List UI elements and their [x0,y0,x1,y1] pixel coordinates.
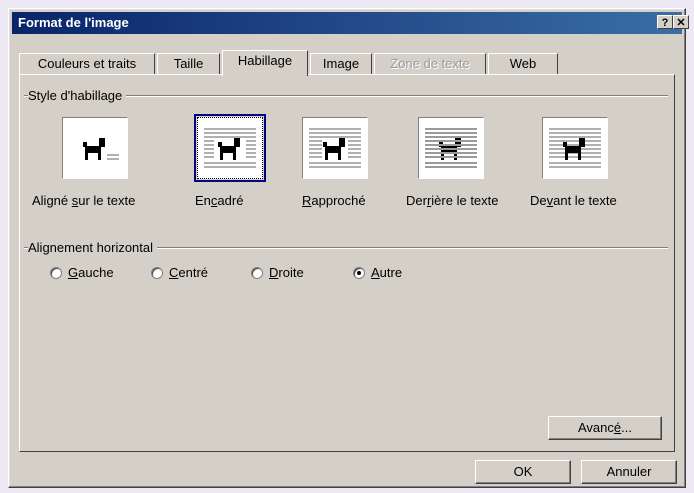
tab-habillage[interactable]: Habillage [222,50,308,76]
radio-circle[interactable] [251,267,263,279]
tab-taille[interactable]: Taille [157,53,220,75]
dog-inline-icon [83,138,119,160]
habillage-panel: Style d'habillage Aligné sur le texte En… [19,74,675,452]
wrap-label-encadre: Encadré [195,193,244,208]
radio-label-gauche: Gauche [68,265,114,280]
radio-label-centre: Centré [169,265,209,280]
wrap-style-group-label: Style d'habillage [28,88,127,103]
wrap-square-preview[interactable] [194,114,266,182]
alignment-group-label: Alignement horizontal [28,240,158,255]
wrap-tight-preview[interactable] [302,117,368,179]
wrap-in-front-preview[interactable] [542,117,608,179]
help-button[interactable]: ? [657,15,673,29]
wrap-label-derriere: Derrière le texte [406,193,499,208]
tab-couleurs-et-traits[interactable]: Couleurs et traits [19,53,155,75]
cancel-button[interactable]: Annuler [581,460,677,484]
dog-square-icon [204,128,256,168]
radio-selected-dot [357,271,361,275]
radio-circle[interactable] [353,267,365,279]
wrap-behind-preview[interactable] [418,117,484,179]
dialog-title: Format de l'image [18,15,129,30]
wrap-label-devant: Devant le texte [530,193,617,208]
close-button[interactable]: ✕ [673,15,689,29]
dog-tight-icon [309,128,361,168]
tab-web[interactable]: Web [488,53,558,75]
tab-image[interactable]: Image [310,53,372,75]
dog-behind-text-icon [425,128,477,168]
radio-circle[interactable] [50,267,62,279]
radio-label-droite: Droite [269,265,304,280]
title-bar[interactable]: Format de l'image ? ✕ [12,12,689,34]
format-image-dialog: Format de l'image ? ✕ Couleurs et traits… [8,8,689,488]
radio-label-autre: Autre [371,265,403,280]
advanced-button[interactable]: Avancé... [548,416,662,440]
tab-zone-de-texte[interactable]: Zone de texte [374,53,486,75]
ok-button[interactable]: OK [475,460,571,484]
dog-in-front-icon [549,128,601,168]
wrap-label-rapproche: Rapproché [302,193,366,208]
wrap-label-aligne: Aligné sur le texte [32,193,136,208]
wrap-inline-preview[interactable] [62,117,128,179]
radio-circle[interactable] [151,267,163,279]
